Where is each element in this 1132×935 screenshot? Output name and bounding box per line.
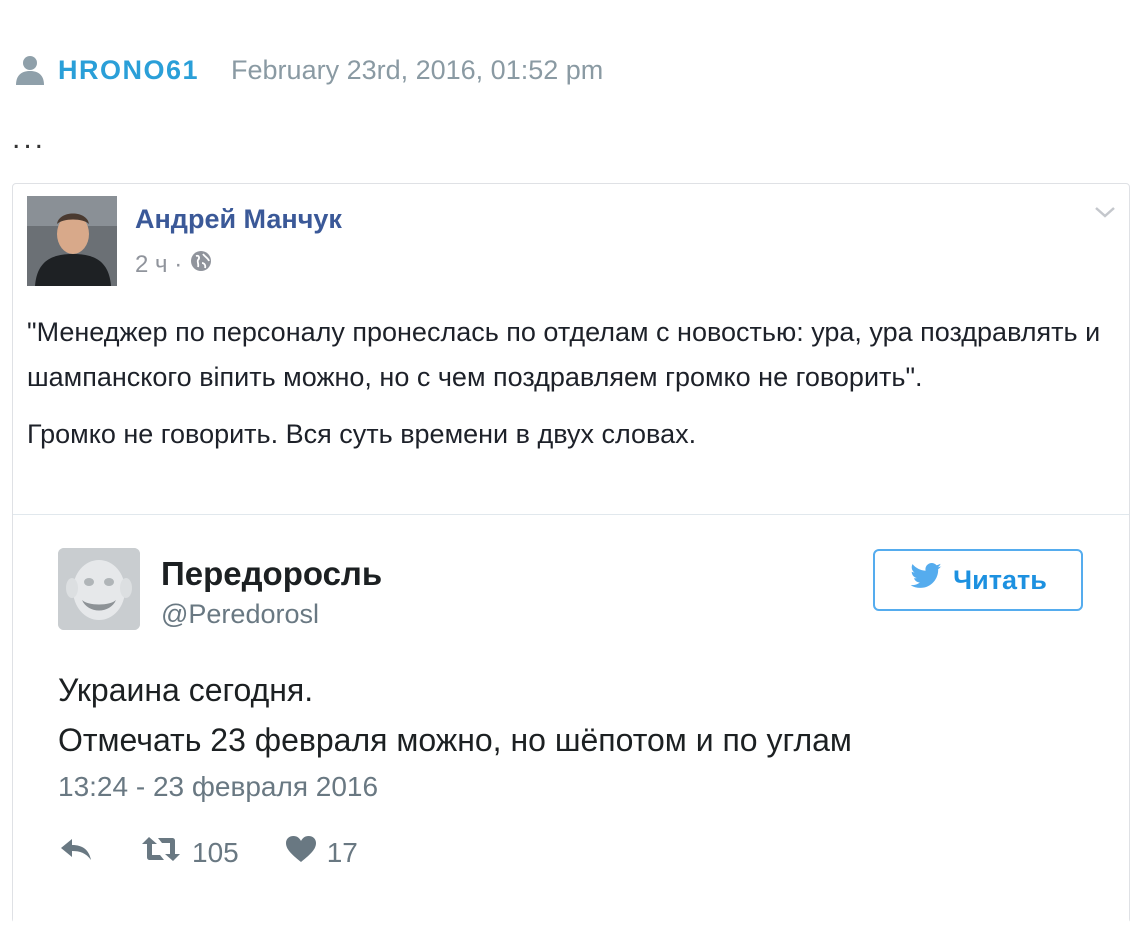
retweet-action[interactable]: 105 — [140, 835, 239, 870]
like-action[interactable]: 17 — [285, 835, 358, 870]
tweet-date[interactable]: 13:24 - 23 февраля 2016 — [58, 771, 378, 803]
fb-paragraph-1: "Менеджер по персоналу пронеслась по отд… — [27, 317, 1101, 392]
chevron-down-icon[interactable] — [1093, 204, 1117, 225]
retweet-icon — [140, 835, 182, 870]
tweet-text: Украина сегодня. Отмечать 23 февраля мож… — [58, 665, 852, 765]
tweet-line-1: Украина сегодня. — [58, 672, 314, 708]
heart-icon — [285, 835, 317, 870]
tweet-avatar[interactable] — [58, 548, 140, 630]
user-icon — [14, 54, 46, 86]
tweet-line-2: Отмечать 23 февраля можно, но шёпотом и … — [58, 722, 852, 758]
post-timestamp[interactable]: February 23rd, 2016, 01:52 pm — [231, 55, 603, 86]
username-link[interactable]: HRONO61 — [58, 55, 199, 86]
follow-button[interactable]: Читать — [873, 549, 1083, 611]
like-count: 17 — [326, 836, 358, 868]
reply-icon — [58, 836, 94, 869]
fb-avatar[interactable] — [27, 196, 117, 286]
twitter-bird-icon — [909, 562, 943, 598]
post-ellipsis: ... — [12, 122, 47, 155]
facebook-embed: Андрей Манчук 2 ч · "Менеджер по персона… — [12, 183, 1130, 935]
fb-post-time[interactable]: 2 ч · — [135, 251, 182, 279]
fb-post-text: "Менеджер по персоналу пронеслась по отд… — [27, 310, 1122, 457]
fb-paragraph-2: Громко не говорить. Вся суть времени в д… — [27, 419, 697, 449]
tweet-actions: 105 17 — [58, 835, 404, 870]
post-header: HRONO61 February 23rd, 2016, 01:52 pm — [14, 50, 603, 90]
globe-icon — [190, 250, 212, 279]
retweet-count: 105 — [192, 836, 239, 868]
fb-author-name[interactable]: Андрей Манчук — [135, 204, 342, 235]
tweet-embed: Передоросль @Peredorosl Читать Украина с… — [13, 514, 1129, 935]
fb-post-meta: 2 ч · — [135, 250, 212, 279]
tweet-author-name[interactable]: Передоросль — [161, 555, 382, 593]
reply-action[interactable] — [58, 836, 94, 869]
follow-button-label: Читать — [953, 564, 1047, 595]
tweet-author-handle[interactable]: @Peredorosl — [161, 599, 319, 630]
